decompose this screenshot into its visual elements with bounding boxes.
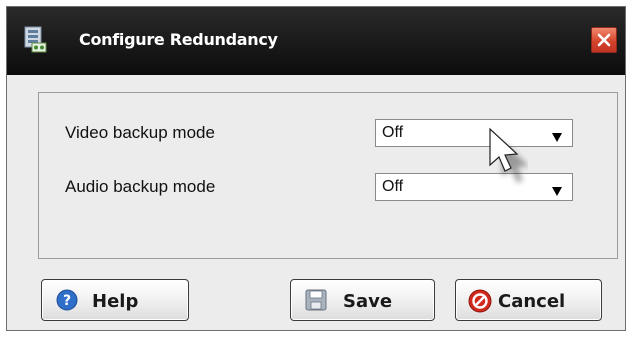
cancel-label: Cancel xyxy=(498,291,566,312)
audio-backup-value: Off xyxy=(382,178,404,195)
help-button[interactable]: ? Help xyxy=(41,279,189,321)
dropdown-arrow-icon xyxy=(552,183,562,201)
dialog-title: Configure Redundancy xyxy=(79,30,278,49)
dialog-titlebar[interactable]: Configure Redundancy xyxy=(7,7,625,75)
save-icon xyxy=(305,289,327,316)
cancel-button[interactable]: Cancel xyxy=(455,279,602,321)
settings-panel: Video backup mode Off Audio backup mode … xyxy=(38,92,618,259)
help-icon: ? xyxy=(56,289,78,316)
close-button[interactable] xyxy=(591,27,617,53)
video-backup-label: Video backup mode xyxy=(65,123,215,142)
help-label: Help xyxy=(92,291,139,312)
configure-redundancy-dialog: Configure Redundancy Video backup mode O… xyxy=(6,6,626,331)
save-label: Save xyxy=(343,291,393,312)
video-backup-value: Off xyxy=(382,124,404,141)
dropdown-arrow-icon xyxy=(552,129,562,147)
cancel-icon xyxy=(468,289,492,318)
video-backup-select[interactable]: Off xyxy=(375,119,573,147)
network-config-icon xyxy=(23,26,49,54)
audio-backup-label: Audio backup mode xyxy=(65,177,216,196)
save-button[interactable]: Save xyxy=(290,279,435,321)
svg-text:?: ? xyxy=(63,293,71,309)
audio-backup-select[interactable]: Off xyxy=(375,173,573,201)
